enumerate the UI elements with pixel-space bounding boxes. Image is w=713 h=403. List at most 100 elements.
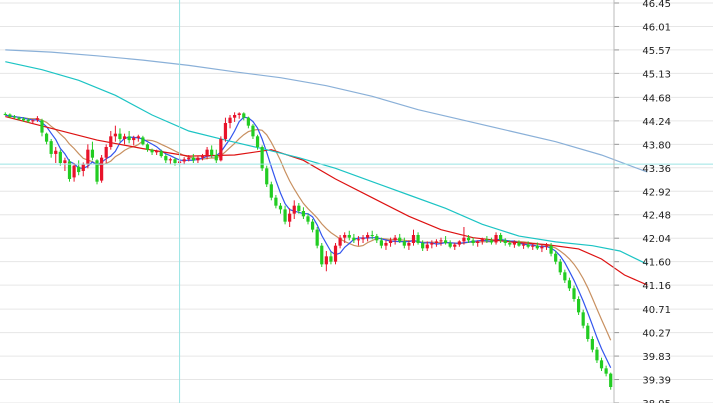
candle-body bbox=[416, 235, 420, 243]
candle-body bbox=[310, 221, 315, 230]
candle-body bbox=[398, 237, 402, 242]
candle-body bbox=[361, 237, 365, 240]
tick-label: 46.01 bbox=[642, 22, 671, 33]
candle-body bbox=[54, 150, 58, 154]
tick-label: 45.57 bbox=[642, 46, 671, 57]
candle-body bbox=[90, 149, 95, 158]
candle-body bbox=[205, 149, 209, 157]
candle-body bbox=[145, 144, 150, 150]
candle-body bbox=[187, 157, 191, 160]
candle-body bbox=[159, 151, 163, 157]
candle-body bbox=[609, 373, 613, 387]
candle-body bbox=[352, 237, 356, 241]
moving-average-line-5 bbox=[5, 49, 648, 173]
candle-body bbox=[421, 243, 425, 249]
candle-body bbox=[150, 149, 154, 153]
candle-body bbox=[453, 244, 457, 247]
candle-body bbox=[132, 137, 136, 141]
candle-body bbox=[118, 133, 122, 139]
tick-label: 44.68 bbox=[642, 93, 671, 104]
candle-body bbox=[347, 235, 351, 238]
candle-body bbox=[599, 360, 604, 369]
tick-label: 46.45 bbox=[642, 0, 671, 10]
candle-body bbox=[228, 117, 232, 123]
candle-body bbox=[590, 339, 594, 350]
tick-label: 41.60 bbox=[642, 258, 671, 269]
candle-body bbox=[182, 159, 186, 162]
candle-body bbox=[168, 159, 173, 161]
candle-body bbox=[338, 237, 342, 246]
candle-body bbox=[448, 243, 452, 247]
candle-body bbox=[430, 243, 434, 245]
candle-body bbox=[109, 136, 113, 147]
candle-body bbox=[581, 312, 585, 326]
candle-body bbox=[379, 240, 383, 246]
candle-body bbox=[480, 239, 484, 242]
candle-body bbox=[278, 205, 283, 210]
candle-body bbox=[457, 241, 461, 245]
candle-body bbox=[301, 211, 306, 217]
candle-body bbox=[242, 113, 246, 118]
candle-body bbox=[388, 240, 393, 243]
candle-body bbox=[210, 149, 214, 155]
candle-body bbox=[595, 349, 599, 361]
candle-body bbox=[315, 229, 319, 246]
tick-label: 42.04 bbox=[642, 234, 671, 245]
candle-body bbox=[164, 156, 168, 161]
candle-body bbox=[173, 159, 177, 163]
tick-label: 38.95 bbox=[642, 399, 671, 403]
candle-body bbox=[219, 139, 223, 161]
candle-body bbox=[35, 118, 40, 120]
grid-lines bbox=[0, 2, 713, 403]
candle-body bbox=[77, 166, 81, 173]
candle-body bbox=[563, 272, 567, 281]
candle-body bbox=[462, 237, 466, 242]
candle-body bbox=[471, 240, 475, 243]
candle-body bbox=[100, 157, 104, 181]
candle-body bbox=[535, 245, 539, 249]
candle-body bbox=[31, 120, 35, 122]
candle-body bbox=[260, 147, 264, 169]
candle-body bbox=[86, 149, 90, 165]
candle-body bbox=[549, 245, 553, 254]
candle-body bbox=[265, 168, 269, 185]
candle-body bbox=[297, 205, 301, 211]
candle-body bbox=[521, 244, 526, 246]
candle-body bbox=[356, 239, 361, 241]
candle-body bbox=[122, 136, 127, 139]
candle-body bbox=[40, 120, 44, 133]
candle-body bbox=[17, 117, 21, 120]
candle-body bbox=[512, 242, 516, 245]
candle-body bbox=[237, 113, 241, 115]
candle-body bbox=[306, 216, 310, 222]
candle-body bbox=[292, 205, 296, 214]
candle-body bbox=[333, 245, 338, 262]
candle-body bbox=[503, 240, 507, 243]
candle-body bbox=[366, 235, 370, 238]
tick-label: 43.36 bbox=[642, 164, 671, 175]
candle-body bbox=[508, 243, 512, 245]
tick-label: 42.48 bbox=[642, 211, 671, 222]
candle-body bbox=[200, 156, 205, 158]
tick-label: 43.80 bbox=[642, 140, 671, 151]
candle-body bbox=[375, 236, 379, 241]
candle-body bbox=[411, 235, 416, 243]
candle-body bbox=[576, 299, 581, 313]
price-axis: 46.45 46.01 45.57 45.13 44.68 44.24 43.80 43.36… bbox=[613, 0, 671, 403]
candle-body bbox=[485, 239, 489, 241]
candle-body bbox=[3, 113, 7, 115]
tick-label: 41.16 bbox=[642, 281, 671, 292]
tick-label: 45.13 bbox=[642, 69, 671, 80]
candle-body bbox=[223, 123, 228, 139]
candlesticks bbox=[3, 112, 613, 390]
candle-body bbox=[554, 253, 558, 262]
candle-body bbox=[407, 243, 411, 246]
candle-body bbox=[63, 160, 67, 163]
candle-body bbox=[246, 117, 250, 126]
candle-body bbox=[499, 235, 503, 241]
candle-body bbox=[72, 165, 76, 178]
candle-body bbox=[127, 136, 131, 141]
candle-body bbox=[22, 118, 26, 121]
tick-label: 42.92 bbox=[642, 187, 671, 198]
candle-body bbox=[425, 244, 429, 249]
